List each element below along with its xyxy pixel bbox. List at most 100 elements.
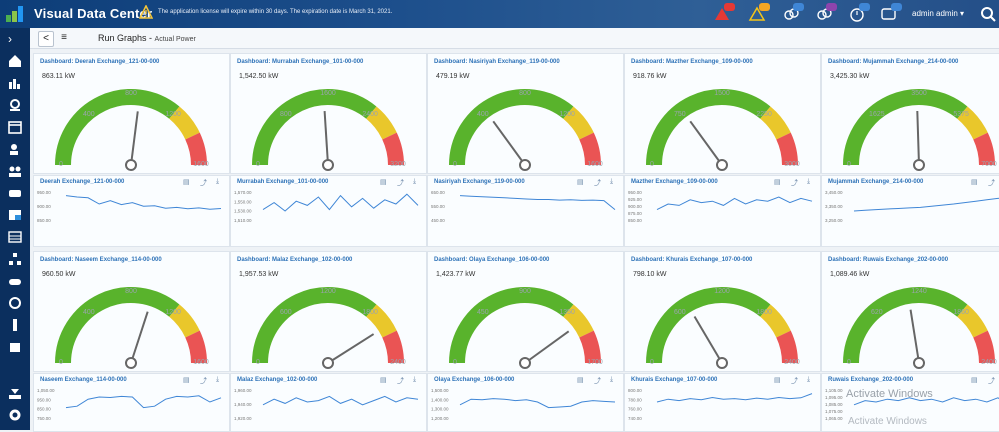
gauge-tick-label: 3000 — [784, 161, 800, 168]
search-icon[interactable] — [979, 5, 997, 23]
trend-line — [262, 395, 419, 406]
trend-ylabel: 875.00 — [628, 211, 642, 216]
gauge-tick-label: 800 — [280, 111, 292, 118]
home-icon[interactable] — [8, 54, 22, 68]
trend-line — [65, 195, 222, 210]
trend-ylabel: 850.00 — [37, 218, 51, 223]
top-bar: Visual Data Center The application licen… — [0, 0, 999, 28]
group-icon[interactable] — [8, 164, 22, 178]
chevron-down-icon: ▾ — [960, 9, 965, 18]
trend-ylabel: 950.00 — [628, 190, 642, 195]
gauge-svg: 0 450 900 1350 1700 — [449, 287, 603, 369]
trend-ylabel: 450.00 — [431, 218, 445, 223]
breadcrumb: Run Graphs - Actual Power — [98, 33, 196, 43]
trend-ylabel: 1,530.00 — [234, 209, 252, 214]
gauge-green-band — [449, 287, 574, 364]
puzzle-icon[interactable] — [8, 340, 22, 354]
gauge-svg: 0 750 1500 2250 3000 — [646, 89, 800, 171]
server-icon[interactable] — [8, 186, 22, 200]
hierarchy-icon[interactable] — [8, 252, 22, 266]
trend-line — [656, 393, 813, 403]
badge — [859, 3, 870, 11]
gauge-green-band — [449, 89, 574, 166]
trend-ylabel: 1,105.00 — [825, 388, 843, 393]
calendar-icon[interactable] — [8, 120, 22, 134]
gauge-card: Dashboard: Malaz Exchange_102-00-000 1,95… — [230, 251, 427, 372]
trend-ylabel: 925.00 — [628, 197, 642, 202]
gauge-card: Dashboard: Ruwais Exchange_202-00-000 1,0… — [821, 251, 999, 372]
trend-ylabel: 1,075.00 — [825, 409, 843, 414]
gauge-tick-label: 1500 — [714, 90, 730, 97]
gauge-pivot — [913, 159, 925, 171]
user-menu[interactable]: admin admin ▾ — [912, 9, 964, 18]
page-subtitle: Actual Power — [154, 36, 196, 43]
gauge-tick-label: 1200 — [559, 111, 575, 118]
gauge-svg: 0 400 800 1200 1600 — [449, 89, 603, 171]
gauge-needle — [524, 330, 570, 364]
list-icon[interactable] — [8, 230, 22, 244]
badge — [724, 3, 735, 11]
trend-ylabel: 1,065.00 — [825, 416, 843, 421]
trend-ylabel: 1,940.00 — [234, 402, 252, 407]
trend-svg: 800.00 780.00 760.00 740.00 — [628, 388, 813, 421]
gauge-tick-label: 750 — [674, 111, 686, 118]
trend-card: Deerah Exchange_121-00-000 ▤ ⤴ ⤓ 950.00 900.0… — [33, 175, 230, 247]
gauge-needle — [323, 111, 329, 166]
device-icon[interactable] — [8, 208, 22, 222]
gauge-tick-label: 2400 — [362, 111, 378, 118]
gauge-tick-label: 0 — [59, 359, 63, 366]
trend-ylabel: 1,300.00 — [431, 407, 449, 412]
gauge-tick-label: 0 — [650, 359, 654, 366]
trend-ylabel: 3,350.00 — [825, 204, 843, 209]
menu-lines-icon[interactable] — [8, 318, 22, 332]
bar-chart-icon[interactable] — [8, 76, 22, 90]
menu-button[interactable]: ≡ — [57, 31, 71, 45]
gauge-card: Dashboard: Nasiriyah Exchange_119-00-000… — [427, 53, 624, 174]
trend-card: Olaya Exchange_106-00-000 ▤ ⤴ ⤓ 1,500.00 1,40… — [427, 373, 624, 432]
gauge-svg: 0 1625 3500 5375 7000 — [843, 89, 997, 171]
trend-ylabel: 650.00 — [431, 190, 445, 195]
trend-ylabel: 1,920.00 — [234, 416, 252, 421]
user-settings-icon[interactable] — [8, 142, 22, 156]
trend-ylabel: 900.00 — [628, 204, 642, 209]
trend-line — [65, 395, 222, 409]
gauge-tick-label: 1600 — [193, 359, 209, 366]
gauge-green-band — [55, 287, 180, 364]
cloud-icon[interactable] — [8, 274, 22, 288]
location-pin-icon[interactable] — [8, 98, 22, 112]
trend-svg: 950.00 900.00 850.00 — [37, 190, 222, 223]
warning-icon[interactable] — [139, 5, 153, 19]
trend-svg: 1,960.00 1,940.00 1,920.00 — [234, 388, 419, 421]
trend-ylabel: 800.00 — [628, 388, 642, 393]
gauge-tick-label: 400 — [83, 111, 95, 118]
gauge-green-band — [646, 287, 771, 364]
page-title: Run Graphs - — [98, 33, 153, 43]
download-icon[interactable] — [8, 386, 22, 400]
gauge-pivot — [125, 159, 137, 171]
gauge-green-band — [843, 287, 968, 364]
gear-icon[interactable] — [8, 408, 22, 422]
gauge-card: Dashboard: Khurais Exchange_107-00-000 79… — [624, 251, 821, 372]
gauge-card: Dashboard: Mazther Exchange_109-00-000 91… — [624, 53, 821, 174]
gauge-svg: 0 600 1200 1800 2400 — [646, 287, 800, 369]
gauge-svg: 0 400 800 1200 1600 — [55, 287, 209, 369]
trend-card: Malaz Exchange_102-00-000 ▤ ⤴ ⤓ 1,960.00 1,94… — [230, 373, 427, 432]
gauge-tick-label: 1200 — [320, 288, 336, 295]
gauge-tick-label: 1800 — [362, 309, 378, 316]
trend-ylabel: 750.00 — [37, 416, 51, 421]
gauge-tick-label: 1860 — [953, 309, 969, 316]
gauge-tick-label: 800 — [125, 288, 137, 295]
gauge-tick-label: 0 — [453, 359, 457, 366]
trend-ylabel: 760.00 — [628, 407, 642, 412]
gauge-tick-label: 1200 — [165, 309, 181, 316]
gauge-tick-label: 620 — [871, 309, 883, 316]
gauge-pivot — [322, 159, 334, 171]
expand-chevron-icon[interactable]: › — [8, 32, 22, 46]
gauge-tick-label: 1600 — [587, 161, 603, 168]
gauge-tick-label: 400 — [83, 309, 95, 316]
gauge-pivot — [125, 357, 137, 369]
trend-ylabel: 550.00 — [431, 204, 445, 209]
back-button[interactable]: < — [38, 31, 54, 47]
trend-svg: 1,050.00 950.00 850.00 750.00 — [37, 388, 222, 421]
circle-icon[interactable] — [8, 296, 22, 310]
